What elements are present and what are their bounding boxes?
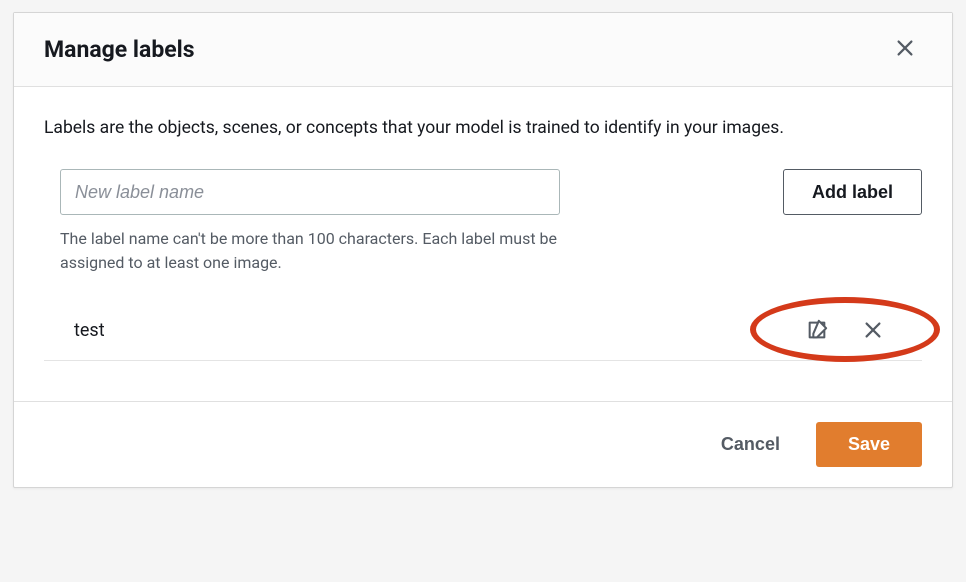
add-button-column: Add label xyxy=(783,169,922,215)
edit-label-button[interactable] xyxy=(804,317,830,346)
dialog-header: Manage labels xyxy=(14,13,952,87)
label-list: test xyxy=(44,301,922,361)
label-name: test xyxy=(74,320,105,341)
input-helper-text: The label name can't be more than 100 ch… xyxy=(60,227,560,275)
close-button[interactable] xyxy=(890,33,920,66)
delete-label-button[interactable] xyxy=(860,317,886,346)
add-label-button[interactable]: Add label xyxy=(783,169,922,215)
dialog-title: Manage labels xyxy=(44,36,195,63)
dialog-footer: Cancel Save xyxy=(14,401,952,487)
cancel-button[interactable]: Cancel xyxy=(709,424,792,465)
new-label-input[interactable] xyxy=(60,169,560,215)
dialog-description: Labels are the objects, scenes, or conce… xyxy=(44,115,922,141)
add-label-row: The label name can't be more than 100 ch… xyxy=(44,169,922,275)
annotation-ring xyxy=(750,297,940,362)
label-actions xyxy=(786,315,904,346)
dialog-body: Labels are the objects, scenes, or conce… xyxy=(14,87,952,401)
manage-labels-dialog: Manage labels Labels are the objects, sc… xyxy=(13,12,953,488)
edit-icon xyxy=(806,319,828,344)
input-column: The label name can't be more than 100 ch… xyxy=(60,169,560,275)
label-row: test xyxy=(44,301,922,361)
close-icon xyxy=(862,319,884,344)
save-button[interactable]: Save xyxy=(816,422,922,467)
close-icon xyxy=(894,37,916,62)
